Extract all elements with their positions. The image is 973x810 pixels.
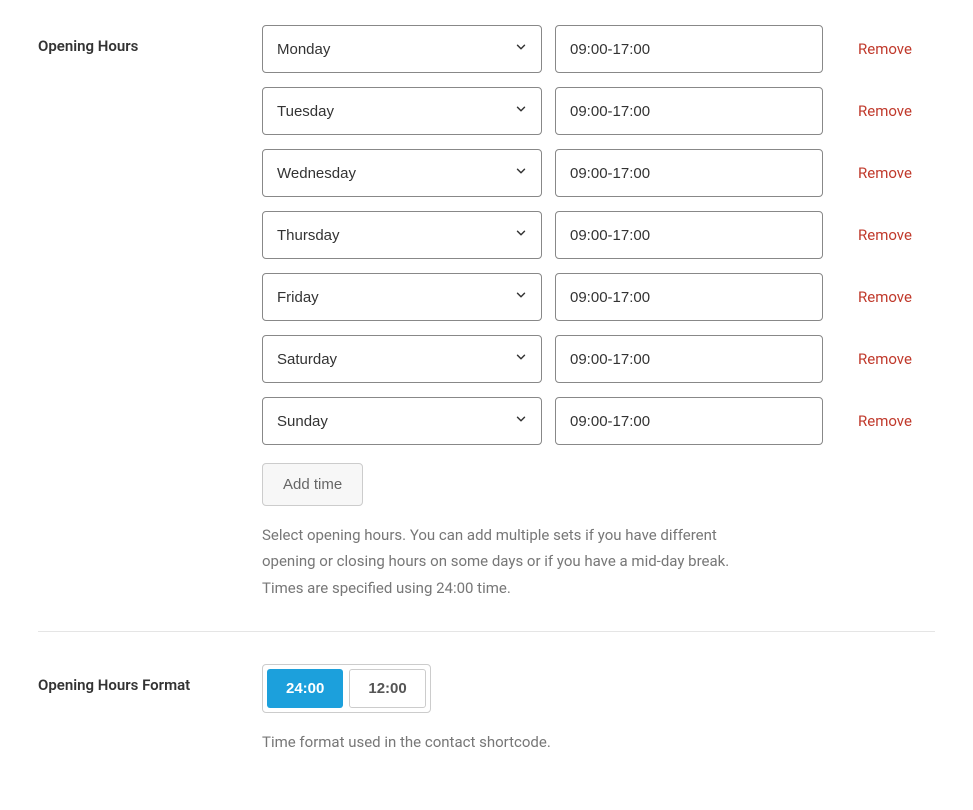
day-select[interactable]: Sunday xyxy=(262,397,542,445)
remove-link[interactable]: Remove xyxy=(858,226,912,244)
opening-hours-format-label: Opening Hours Format xyxy=(38,664,262,694)
remove-link[interactable]: Remove xyxy=(858,164,912,182)
day-select[interactable]: Thursday xyxy=(262,211,542,259)
opening-hours-label: Opening Hours xyxy=(38,25,262,55)
day-select-wrapper: Thursday xyxy=(262,211,542,259)
hours-row: Saturday Remove xyxy=(262,335,935,383)
remove-link[interactable]: Remove xyxy=(858,350,912,368)
day-select-wrapper: Friday xyxy=(262,273,542,321)
time-input[interactable] xyxy=(555,335,823,383)
remove-link[interactable]: Remove xyxy=(858,288,912,306)
day-select[interactable]: Wednesday xyxy=(262,149,542,197)
hours-row: Sunday Remove xyxy=(262,397,935,445)
time-input[interactable] xyxy=(555,149,823,197)
remove-link[interactable]: Remove xyxy=(858,102,912,120)
opening-hours-format-help: Time format used in the contact shortcod… xyxy=(262,729,772,755)
day-select-wrapper: Sunday xyxy=(262,397,542,445)
add-time-button[interactable]: Add time xyxy=(262,463,363,506)
day-select-wrapper: Saturday xyxy=(262,335,542,383)
time-input[interactable] xyxy=(555,25,823,73)
day-select[interactable]: Tuesday xyxy=(262,87,542,135)
opening-hours-section: Opening Hours MondayRemoveTuesdayRemoveW… xyxy=(38,25,935,631)
hours-row: Friday Remove xyxy=(262,273,935,321)
day-select[interactable]: Monday xyxy=(262,25,542,73)
time-input[interactable] xyxy=(555,87,823,135)
day-select[interactable]: Friday xyxy=(262,273,542,321)
day-select-wrapper: Tuesday xyxy=(262,87,542,135)
day-select-wrapper: Wednesday xyxy=(262,149,542,197)
hours-row: Monday Remove xyxy=(262,25,935,73)
opening-hours-controls: Monday Remove Tuesday Remove Wednesday Remove… xyxy=(262,25,935,601)
time-input[interactable] xyxy=(555,397,823,445)
time-input[interactable] xyxy=(555,211,823,259)
format-12-button[interactable]: 12:00 xyxy=(349,669,425,708)
remove-link[interactable]: Remove xyxy=(858,40,912,58)
opening-hours-format-controls: 24:00 12:00 Time format used in the cont… xyxy=(262,664,935,755)
opening-hours-format-section: Opening Hours Format 24:00 12:00 Time fo… xyxy=(38,631,935,785)
time-format-toggle: 24:00 12:00 xyxy=(262,664,431,713)
hours-row: Tuesday Remove xyxy=(262,87,935,135)
hours-row: Thursday Remove xyxy=(262,211,935,259)
time-input[interactable] xyxy=(555,273,823,321)
format-24-button[interactable]: 24:00 xyxy=(267,669,343,708)
remove-link[interactable]: Remove xyxy=(858,412,912,430)
day-select-wrapper: Monday xyxy=(262,25,542,73)
hours-row: Wednesday Remove xyxy=(262,149,935,197)
opening-hours-help: Select opening hours. You can add multip… xyxy=(262,522,772,601)
day-select[interactable]: Saturday xyxy=(262,335,542,383)
